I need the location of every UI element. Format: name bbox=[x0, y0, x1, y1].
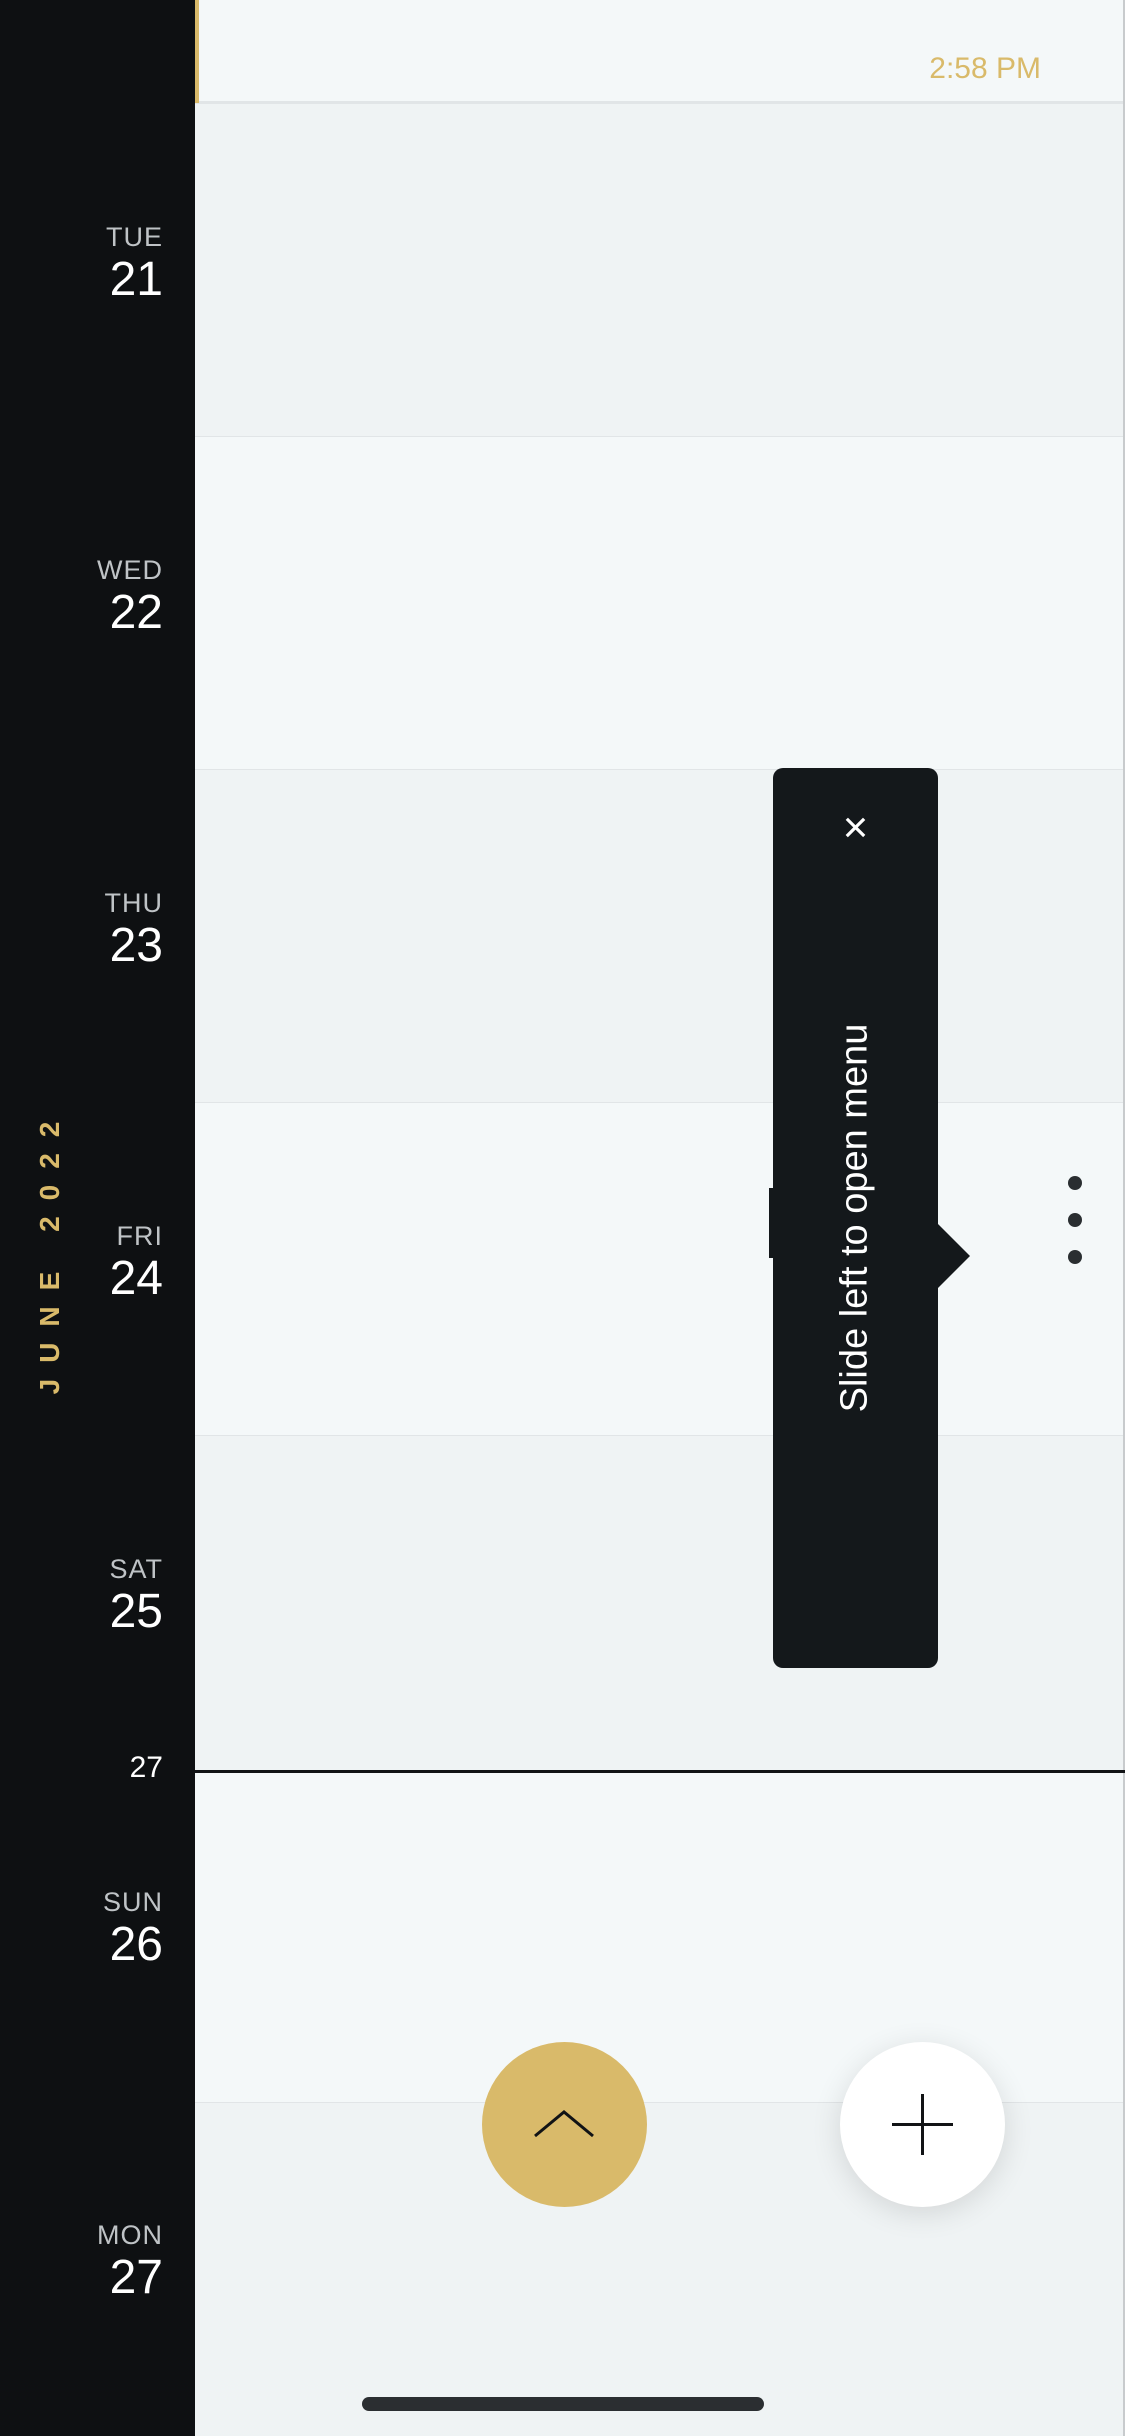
plus-icon bbox=[892, 2094, 953, 2155]
add-event-button[interactable] bbox=[840, 2042, 1005, 2207]
slide-hint-tooltip: × Slide left to open menu bbox=[769, 768, 970, 1668]
day-of-week: SAT bbox=[109, 1554, 163, 1584]
scroll-up-button[interactable] bbox=[482, 2042, 647, 2207]
day-row-wed[interactable] bbox=[195, 436, 1123, 769]
day-label-thu: THU 23 bbox=[43, 888, 164, 972]
day-row-thu[interactable] bbox=[195, 769, 1123, 1102]
day-number: 27 bbox=[109, 2251, 163, 2304]
day-label-mon: MON 27 bbox=[43, 2220, 163, 2303]
close-icon[interactable]: × bbox=[773, 798, 938, 858]
day-of-week: MON bbox=[97, 2220, 163, 2250]
more-vertical-icon[interactable] bbox=[1055, 1170, 1095, 1270]
kebab-dot bbox=[1068, 1176, 1082, 1190]
day-number: 24 bbox=[109, 1252, 163, 1305]
day-of-week: THU bbox=[104, 888, 163, 918]
day-row-fri[interactable] bbox=[195, 1102, 1123, 1435]
day-label-wed: WED 22 bbox=[43, 555, 163, 638]
day-row-tue[interactable] bbox=[195, 103, 1123, 436]
tooltip-text: Slide left to open menu bbox=[833, 1023, 876, 1413]
day-label-tue: TUE 21 bbox=[43, 222, 163, 305]
home-indicator[interactable] bbox=[362, 2397, 764, 2411]
day-row-sat[interactable] bbox=[195, 1435, 1123, 1770]
week-number: 27 bbox=[129, 1751, 163, 1784]
day-of-week: FRI bbox=[116, 1221, 163, 1251]
day-number: 22 bbox=[109, 586, 163, 639]
day-of-week: WED bbox=[97, 555, 163, 585]
day-label-fri: FRI 24 bbox=[43, 1221, 163, 1304]
day-number: 25 bbox=[109, 1585, 163, 1638]
chevron-up-icon bbox=[534, 2110, 594, 2138]
kebab-dot bbox=[1068, 1250, 1082, 1264]
current-time: 2:58 PM bbox=[929, 52, 1041, 85]
tooltip-tab bbox=[769, 1188, 777, 1258]
day-number: 26 bbox=[109, 1918, 163, 1971]
day-label-sun: SUN 26 bbox=[43, 1887, 163, 1970]
day-number: 23 bbox=[109, 919, 163, 972]
week-divider-line bbox=[195, 1770, 1125, 1773]
day-of-week: TUE bbox=[106, 222, 163, 252]
now-marker bbox=[195, 0, 199, 103]
day-label-sat: SAT 25 bbox=[43, 1554, 163, 1637]
day-number: 21 bbox=[109, 253, 163, 306]
kebab-dot bbox=[1068, 1213, 1082, 1227]
day-of-week: SUN bbox=[102, 1887, 163, 1917]
tooltip-arrow bbox=[938, 1224, 970, 1288]
date-sidebar: JUNE 2022 TUE 21 WED 22 THU 23 FRI 24 SA… bbox=[0, 0, 195, 2436]
current-time-row[interactable]: 2:58 PM bbox=[195, 0, 1123, 103]
